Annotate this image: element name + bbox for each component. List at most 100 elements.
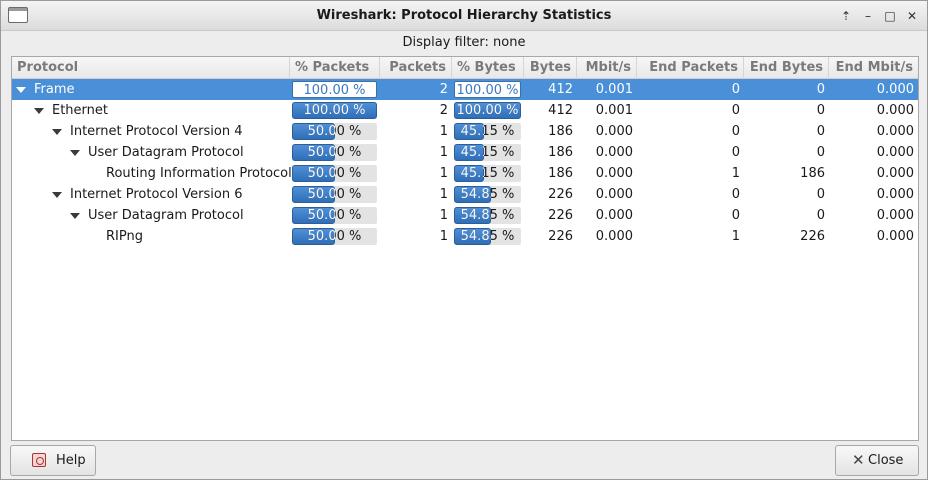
col-header-end-mbits[interactable]: End Mbit/s: [829, 57, 918, 79]
pct-packets-bar-text-overlay: 50.00 %: [307, 166, 335, 181]
table-row[interactable]: Internet Protocol Version 6 50.00 %50.00 …: [12, 184, 918, 205]
pct-packets-bar-text: 100.00 %: [303, 83, 366, 98]
protocol-hierarchy-window: Wireshark: Protocol Hierarchy Statistics…: [0, 0, 928, 480]
end-mbit-cell: 0.000: [876, 229, 914, 244]
end-packets-cell: 0: [731, 124, 740, 139]
packets-cell: 2: [439, 103, 448, 118]
expander-icon[interactable]: [34, 108, 44, 114]
end-packets-cell: 0: [731, 103, 740, 118]
pct-packets-bar: 100.00 %: [292, 81, 377, 98]
table-row[interactable]: Routing Information Protocol50.00 %50.00…: [12, 163, 918, 184]
protocol-name: Ethernet: [52, 103, 108, 118]
mbit-cell: 0.000: [595, 124, 633, 139]
roll-up-icon[interactable]: ⇡: [837, 7, 855, 25]
packets-cell: 2: [439, 82, 448, 97]
expander-icon[interactable]: [70, 150, 80, 156]
pct-bytes-bar-text: 100.00 %: [456, 83, 519, 98]
protocol-name: Frame: [34, 82, 75, 97]
mbit-cell: 0.000: [595, 187, 633, 202]
pct-packets-bar-text-overlay: 50.00 %: [307, 187, 335, 202]
bytes-cell: 226: [548, 187, 573, 202]
bytes-cell: 226: [548, 229, 573, 244]
pct-packets-bar: 50.00 %50.00 %: [292, 186, 377, 203]
protocol-name: Internet Protocol Version 4: [70, 124, 243, 139]
end-packets-cell: 0: [731, 145, 740, 160]
protocol-tree-table[interactable]: Protocol % Packets Packets % Bytes Bytes…: [11, 56, 919, 441]
close-icon: ✕: [852, 451, 865, 469]
pct-packets-bar: 100.00 % 100.00 %: [292, 102, 377, 119]
expander-icon[interactable]: [16, 87, 26, 93]
pct-bytes-bar: 54.85 %54.85 %: [454, 207, 521, 224]
mbit-cell: 0.000: [595, 229, 633, 244]
pct-packets-bar-text-overlay: 50.00 %: [307, 145, 335, 160]
pct-bytes-bar-text-overlay: 45.15 %: [460, 166, 484, 181]
packets-cell: 1: [439, 124, 448, 139]
pct-packets-bar: 50.00 %50.00 %: [292, 207, 377, 224]
pct-bytes-bar-text-overlay: 45.15 %: [460, 145, 484, 160]
end-mbit-cell: 0.000: [876, 103, 914, 118]
close-button-label: Close: [868, 453, 904, 468]
help-button[interactable]: Help: [10, 445, 96, 476]
pct-bytes-bar-text-overlay: 54.85 %: [460, 187, 491, 202]
pct-bytes-bar: 45.15 %45.15 %: [454, 144, 521, 161]
pct-packets-bar: 50.00 %50.00 %: [292, 144, 377, 161]
col-header-end-bytes[interactable]: End Bytes: [744, 57, 829, 79]
protocol-name: User Datagram Protocol: [88, 145, 244, 160]
pct-packets-bar: 50.00 %50.00 %: [292, 165, 377, 182]
protocol-name: Routing Information Protocol: [106, 166, 292, 181]
col-header-packets[interactable]: Packets: [380, 57, 452, 79]
table-row[interactable]: Internet Protocol Version 4 50.00 %50.00 …: [12, 121, 918, 142]
table-row[interactable]: Frame 100.00 % 2 100.00 % 412 0.001 0 0 0.000: [12, 79, 918, 100]
col-header-mbits[interactable]: Mbit/s: [577, 57, 637, 79]
pct-bytes-bar: 54.85 %54.85 %: [454, 228, 521, 245]
maximize-icon[interactable]: □: [881, 7, 899, 25]
help-icon: [32, 453, 46, 467]
col-header-bytes[interactable]: Bytes: [524, 57, 577, 79]
col-header-pct-bytes[interactable]: % Bytes: [452, 57, 524, 79]
expander-icon[interactable]: [52, 129, 62, 135]
end-mbit-cell: 0.000: [876, 187, 914, 202]
bytes-cell: 186: [548, 145, 573, 160]
pct-bytes-bar-text-overlay: 54.85 %: [460, 229, 491, 244]
pct-bytes-bar-text-overlay: 100.00 %: [456, 103, 519, 118]
pct-packets-bar: 50.00 %50.00 %: [292, 123, 377, 140]
mbit-cell: 0.000: [595, 166, 633, 181]
end-mbit-cell: 0.000: [876, 208, 914, 223]
table-row[interactable]: Ethernet 100.00 % 100.00 % 2 100.00 % 100.00 …: [12, 100, 918, 121]
col-header-end-packets[interactable]: End Packets: [637, 57, 744, 79]
end-packets-cell: 0: [731, 82, 740, 97]
minimize-icon[interactable]: –: [859, 7, 877, 25]
mbit-cell: 0.001: [595, 103, 633, 118]
expander-icon[interactable]: [52, 192, 62, 198]
display-filter-label: Display filter: none: [402, 35, 526, 50]
pct-packets-bar-text-overlay: 50.00 %: [307, 124, 335, 139]
col-header-protocol[interactable]: Protocol: [12, 57, 290, 79]
table-row[interactable]: User Datagram Protocol 50.00 %50.00 % 1 54.…: [12, 205, 918, 226]
end-mbit-cell: 0.000: [876, 124, 914, 139]
packets-cell: 1: [439, 145, 448, 160]
pct-packets-bar-text-overlay: 50.00 %: [307, 208, 335, 223]
end-packets-cell: 0: [731, 208, 740, 223]
col-header-pct-packets[interactable]: % Packets: [290, 57, 380, 79]
close-window-icon[interactable]: ✕: [903, 7, 921, 25]
expander-icon[interactable]: [70, 213, 80, 219]
end-bytes-cell: 0: [816, 103, 825, 118]
end-bytes-cell: 0: [816, 145, 825, 160]
bytes-cell: 412: [548, 103, 573, 118]
table-row[interactable]: User Datagram Protocol 50.00 %50.00 % 1 45.…: [12, 142, 918, 163]
packets-cell: 1: [439, 208, 448, 223]
pct-bytes-bar: 100.00 %: [454, 81, 521, 98]
end-bytes-cell: 186: [800, 166, 825, 181]
end-packets-cell: 1: [731, 229, 740, 244]
end-packets-cell: 0: [731, 187, 740, 202]
close-button[interactable]: ✕ Close: [835, 445, 919, 476]
window-title: Wireshark: Protocol Hierarchy Statistics: [316, 8, 612, 23]
mbit-cell: 0.001: [595, 82, 633, 97]
table-header: Protocol % Packets Packets % Bytes Bytes…: [12, 57, 918, 79]
table-row[interactable]: RIPng 50.00 %50.00 % 1 54.85 %54.85 % 226 0.0…: [12, 226, 918, 247]
pct-packets-bar: 50.00 %50.00 %: [292, 228, 377, 245]
packets-cell: 1: [439, 187, 448, 202]
end-bytes-cell: 0: [816, 208, 825, 223]
protocol-name: RIPng: [106, 229, 143, 244]
end-packets-cell: 1: [731, 166, 740, 181]
